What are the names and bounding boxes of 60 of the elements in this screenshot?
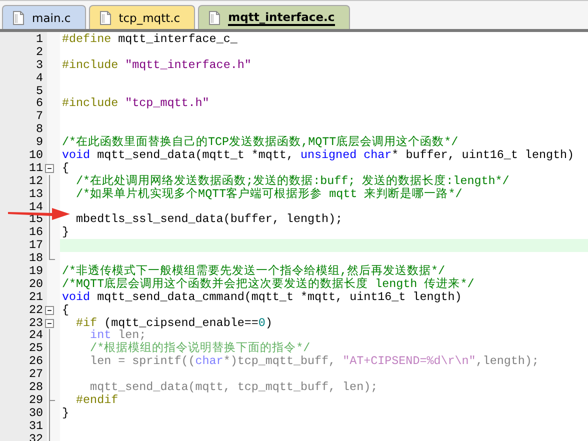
line-number: 1 <box>34 33 43 46</box>
line-number: 12 <box>28 174 43 188</box>
file-icon <box>100 10 111 24</box>
code-line: void mqtt_send_data(mqtt_t *mqtt, unsigned char* buffer, uint16_t length) <box>61 149 574 162</box>
code-line: { <box>61 304 70 317</box>
code-line: int len; <box>89 329 146 342</box>
code-line: /*在此处调用网络发送数据函数;发送的数据:buff; 发送的数据长度:length*/ <box>75 174 510 188</box>
line-number: 11 <box>28 162 43 175</box>
file-tab[interactable]: main.c <box>2 5 86 29</box>
line-number: 25 <box>28 342 43 356</box>
code-line: void mqtt_send_data_cmmand(mqtt_t *mqtt, uint16_t length) <box>61 290 462 304</box>
line-number: 26 <box>28 355 43 368</box>
line-number: 29 <box>28 394 43 407</box>
line-number: 6 <box>34 97 43 110</box>
line-number: 24 <box>28 329 43 342</box>
collapse-icon[interactable] <box>44 316 54 330</box>
line-number: 8 <box>34 123 43 136</box>
collapse-icon[interactable] <box>44 304 54 317</box>
file-icon <box>13 10 24 24</box>
line-number: 16 <box>28 226 43 240</box>
line-number: 7 <box>34 110 43 124</box>
line-number: 19 <box>28 265 43 278</box>
line-number: 9 <box>34 136 43 150</box>
code-line: #include "tcp_mqtt.h" <box>61 97 210 110</box>
line-number: 27 <box>28 368 43 382</box>
line-number: 3 <box>34 58 43 72</box>
line-number: 14 <box>28 200 43 214</box>
line-number: 10 <box>28 149 43 162</box>
code-line: /*非透传模式下一般模组需要先发送一个指令给模组,然后再发送数据*/ <box>61 265 446 278</box>
collapse-icon[interactable] <box>44 162 54 175</box>
line-number: 30 <box>28 406 43 420</box>
line-number: 5 <box>34 84 43 98</box>
line-number: 31 <box>28 420 43 433</box>
line-number: 2 <box>34 46 43 59</box>
code-line: /*在此函数里面替换自己的TCP发送数据函数,MQTT底层会调用这个函数*/ <box>61 136 458 150</box>
line-number: 18 <box>28 252 43 266</box>
line-number: 20 <box>28 278 43 291</box>
file-tab[interactable]: mqtt_interface.c <box>198 5 350 29</box>
code-line: /*MQTT底层会调用这个函数并会把这次要发送的数据长度 length 传进来*/ <box>61 278 474 291</box>
code-line: /*根据模组的指令说明替换下面的指令*/ <box>89 342 310 356</box>
line-number: 28 <box>28 381 43 394</box>
line-number: 23 <box>28 316 43 330</box>
code-line: len = sprintf((char*)tcp_mqtt_buff, "AT+CIPSEND=%d\r\n",length); <box>89 355 539 368</box>
line-number: 22 <box>28 304 43 317</box>
line-number: 17 <box>28 239 43 252</box>
line-number: 13 <box>28 188 43 201</box>
file-tab[interactable]: tcp_mqtt.c <box>88 5 196 29</box>
code-line: { <box>61 162 70 175</box>
file-icon <box>209 10 220 24</box>
code-line: #define mqtt_interface_c_ <box>61 33 238 46</box>
code-line: } <box>61 226 70 240</box>
code-line: } <box>61 406 70 420</box>
code-line: mqtt_send_data(mqtt, tcp_mqtt_buff, len); <box>89 381 378 394</box>
code-line: mbedtls_ssl_send_data(buffer, length); <box>75 213 343 226</box>
code-line: #endif <box>75 394 118 407</box>
line-number: 21 <box>28 290 43 304</box>
code-line: #if (mqtt_cipsend_enable==0) <box>75 316 272 330</box>
code-line: #include "mqtt_interface.h" <box>61 58 252 72</box>
code-line: /*如果单片机实现多个MQTT客户端可根据形参 mqtt 来判断是哪一路*/ <box>75 188 462 201</box>
line-number: 4 <box>34 72 43 85</box>
